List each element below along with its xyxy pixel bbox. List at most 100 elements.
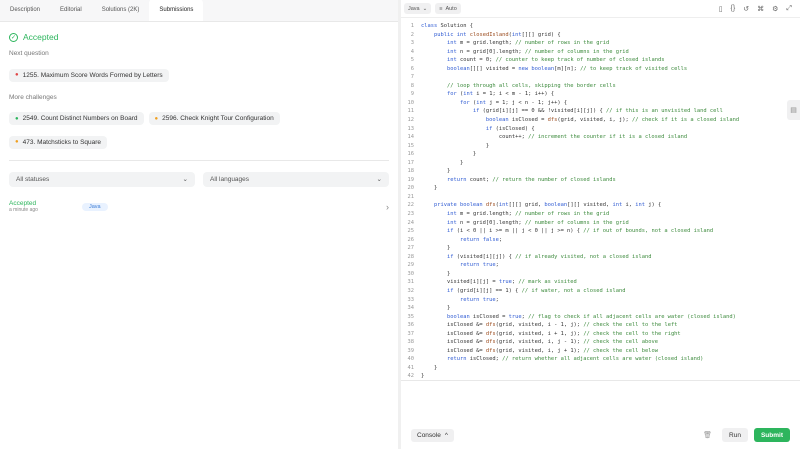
console-label: Console	[417, 431, 441, 439]
chevron-down-icon: ⌄	[376, 176, 382, 183]
auto-mode-button[interactable]: ≡ Auto	[435, 3, 461, 14]
line-number: 11	[407, 108, 415, 115]
code-line: 31 visited[i][j] = true; // mark as visi…	[401, 278, 800, 287]
line-number: 16	[407, 151, 415, 158]
undo-icon[interactable]: ↺	[743, 5, 749, 13]
code-line: 1 class Solution {	[401, 22, 800, 31]
language-filter-select[interactable]: All languages ⌄	[203, 171, 389, 187]
code-line: 6 boolean[][] visited = new boolean[m][n…	[401, 65, 800, 74]
code-line: 32 if (grid[i][j] == 1) { // if water, n…	[401, 287, 800, 296]
line-number: 9	[410, 91, 414, 98]
tab-solutions[interactable]: Solutions (2K)	[92, 0, 150, 21]
code-line: 15 }	[401, 142, 800, 151]
line-number: 20	[407, 185, 415, 192]
code-text: boolean[][] visited = new boolean[m][n];…	[446, 65, 688, 72]
code-line: 22 private boolean dfs(int[][] grid, boo…	[401, 201, 800, 210]
code-line: 14 count++; // increment the counter if …	[401, 133, 800, 142]
code-line: 41 }	[401, 364, 800, 373]
trash-icon[interactable]: 🗑	[703, 431, 712, 439]
code-text: return false;	[459, 236, 503, 243]
braces-icon[interactable]: {}	[731, 5, 736, 13]
code-text: if (grid[i][j] == 1) { // if water, not …	[446, 287, 626, 294]
next-question-heading: Next question	[9, 50, 49, 57]
submission-row[interactable]: Accepted a minute ago Java ›	[9, 199, 389, 215]
console-button[interactable]: Console ^	[411, 428, 454, 442]
line-number: 19	[407, 176, 415, 183]
code-text: }	[421, 245, 451, 252]
notes-icon[interactable]: ▤	[787, 100, 800, 120]
code-text: count++; // increment the counter if it …	[421, 134, 688, 141]
difficulty-dot-icon: ●	[154, 115, 159, 122]
line-number: 18	[407, 168, 415, 175]
challenge-chip[interactable]: ● 2549. Count Distinct Numbers on Board	[9, 112, 144, 125]
challenge-chip[interactable]: ● 2596. Check Knight Tour Configuration	[148, 112, 280, 125]
line-number: 23	[407, 211, 415, 218]
chevron-down-icon: ⌄	[182, 176, 188, 183]
chip-label: 2549. Count Distinct Numbers on Board	[22, 115, 138, 122]
chip-label: 473. Matchsticks to Square	[22, 138, 102, 146]
code-text: }	[421, 185, 438, 192]
line-number: 37	[407, 330, 415, 337]
chevron-up-icon: ^	[444, 431, 448, 439]
line-number: 14	[407, 134, 415, 141]
run-button[interactable]: Run	[722, 428, 748, 442]
submit-button[interactable]: Submit	[753, 428, 790, 442]
code-text: isClosed &= dfs(grid, visited, i, j + 1)…	[421, 347, 658, 354]
code-line: 23 int m = grid.length; // number of row…	[401, 210, 800, 219]
code-line: 39 isClosed &= dfs(grid, visited, i, j +…	[401, 347, 800, 356]
bookmark-icon[interactable]: ▯	[719, 5, 723, 13]
code-line: 40 return isClosed; // return whether al…	[401, 355, 800, 364]
code-line: 36 isClosed &= dfs(grid, visited, i - 1,…	[401, 321, 800, 330]
language-select[interactable]: Java ⌄	[404, 3, 432, 14]
chip-label: 1255. Maximum Score Words Formed by Lett…	[22, 71, 163, 79]
challenge-chip[interactable]: ● 473. Matchsticks to Square	[9, 135, 108, 149]
code-line: 25 if (i < 0 || i >= m || j < 0 || j >= …	[401, 227, 800, 236]
code-line: 5 int count = 0; // counter to keep trac…	[401, 56, 800, 65]
line-number: 6	[410, 65, 414, 72]
code-line: 20 }	[401, 184, 800, 193]
code-text: private boolean dfs(int[][] grid, boolea…	[433, 202, 662, 209]
gear-icon[interactable]: ⚙	[772, 5, 778, 13]
tab-description[interactable]: Description	[0, 0, 50, 21]
code-line: 30 }	[401, 270, 800, 279]
line-number: 22	[407, 202, 415, 209]
code-text: boolean isClosed = true; // flag to chec…	[446, 313, 736, 320]
code-text: // loop through all cells, skipping the …	[446, 82, 616, 89]
expand-icon[interactable]: ⤢	[786, 5, 792, 13]
line-number: 1	[410, 23, 414, 29]
select-value: All languages	[210, 175, 250, 183]
code-line: 13 if (isClosed) {	[401, 125, 800, 134]
code-text: isClosed &= dfs(grid, visited, i - 1, j)…	[421, 322, 678, 329]
line-number: 29	[407, 262, 415, 269]
code-line: 3 int m = grid.length; // number of rows…	[401, 39, 800, 48]
status-filter-select[interactable]: All statuses ⌄	[9, 171, 195, 187]
line-number: 17	[407, 159, 415, 166]
mode-label: Auto	[445, 5, 457, 12]
code-line: 17 }	[401, 159, 800, 168]
code-editor[interactable]: 1 class Solution {2 public int closedIsla…	[401, 22, 800, 380]
code-line: 34 }	[401, 304, 800, 313]
line-number: 24	[407, 219, 415, 226]
accepted-status: ✓ Accepted	[9, 32, 389, 42]
tab-editorial[interactable]: Editorial	[50, 0, 92, 21]
line-number: 10	[407, 99, 415, 106]
next-question-chip[interactable]: ● 1255. Maximum Score Words Formed by Let…	[9, 68, 169, 82]
tab-submissions[interactable]: Submissions	[149, 0, 204, 21]
tab-bar: Description Editorial Solutions (2K) Sub…	[0, 0, 398, 22]
code-line: 9 for (int i = 1; i < m - 1; i++) {	[401, 90, 800, 99]
code-text: visited[i][j] = true; // mark as visited	[421, 279, 577, 286]
editor-panel: Java ⌄ ≡ Auto ▯ {} ↺ ⌘ ⚙ ⤢ 1 class Solution…	[401, 0, 800, 449]
line-number: 32	[407, 287, 415, 294]
submission-time: a minute ago	[9, 207, 38, 213]
code-line: 19 return count; // return the number of…	[401, 176, 800, 185]
code-text: }	[421, 168, 451, 175]
code-line: 7	[401, 73, 800, 82]
editor-toolbar: Java ⌄ ≡ Auto ▯ {} ↺ ⌘ ⚙ ⤢	[401, 0, 800, 18]
lock-icon: ≡	[439, 5, 443, 12]
code-line: 33 return true;	[401, 296, 800, 305]
language-badge: Java	[82, 202, 108, 211]
line-number: 38	[407, 339, 415, 346]
shortcut-icon[interactable]: ⌘	[757, 5, 764, 13]
code-text: boolean isClosed = dfs(grid, visited, i,…	[485, 117, 740, 124]
code-line: 24 int n = grid[0].length; // number of …	[401, 219, 800, 228]
